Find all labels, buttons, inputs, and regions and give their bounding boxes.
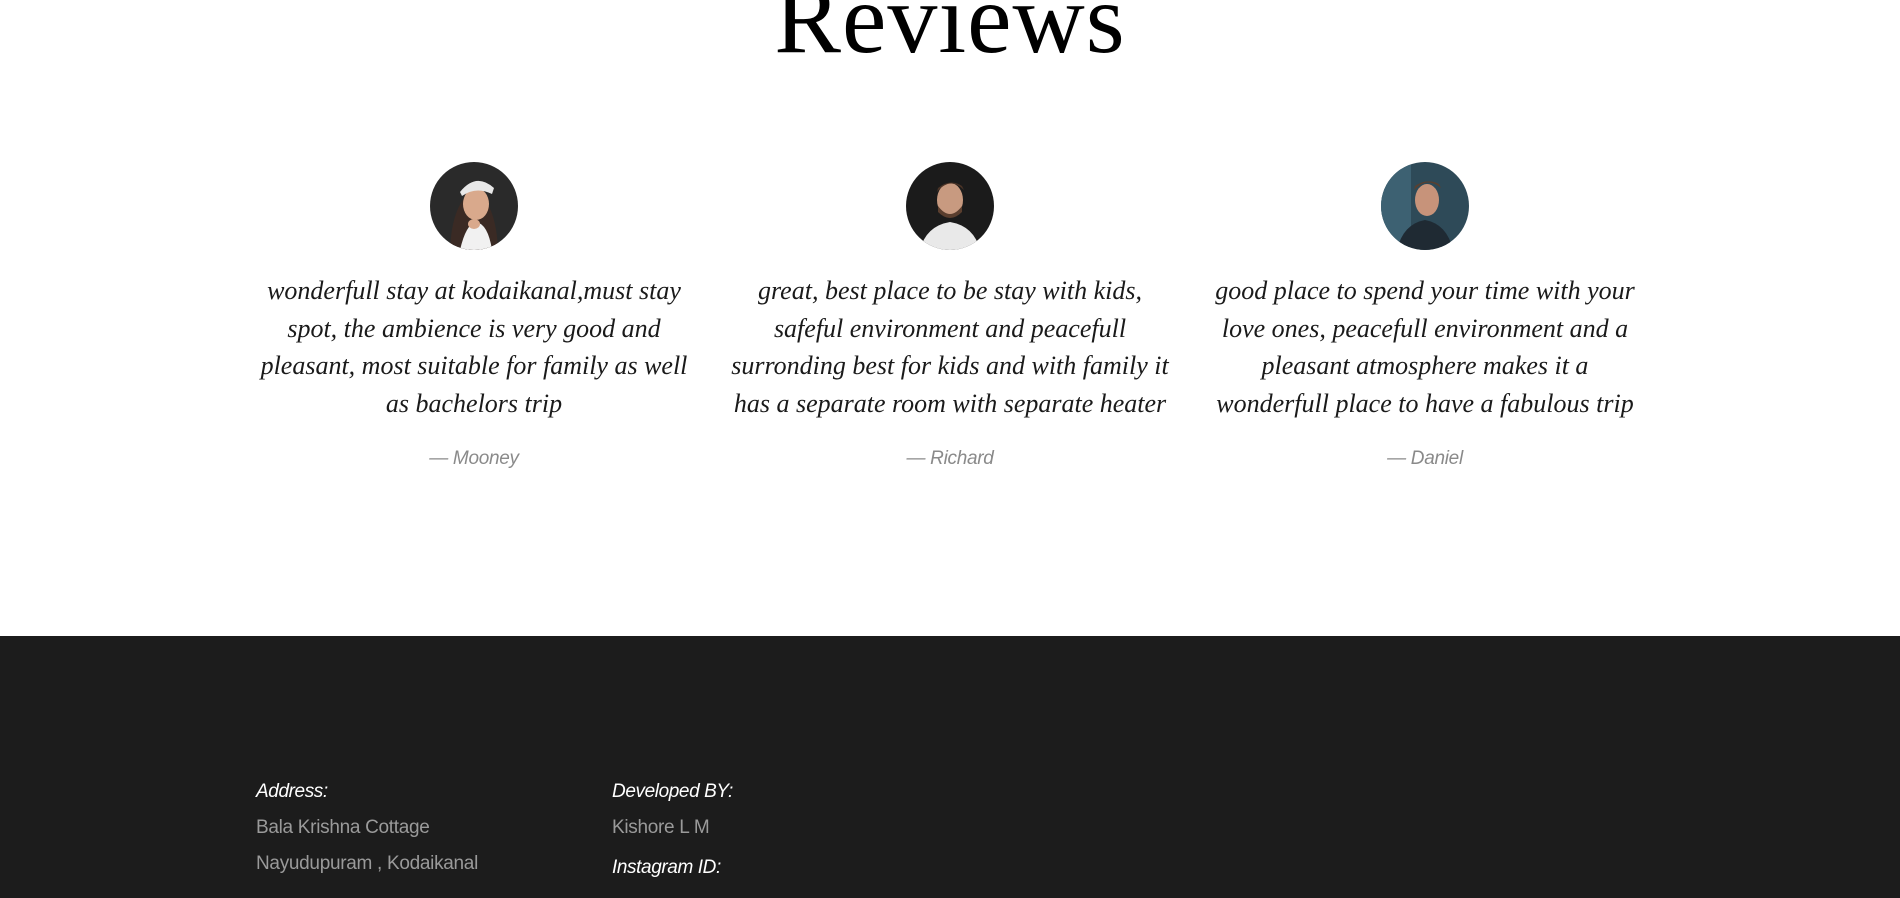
developer-name: Kishore L M — [612, 817, 710, 838]
review-author: — Richard — [906, 448, 994, 469]
review-text: great, best place to be stay with kids, … — [731, 276, 1169, 418]
footer-developer-column: Developed BY: Kishore L M Instagram ID: — [612, 780, 733, 880]
footer-address-column: Address: Bala Krishna Cottage Nayudupura… — [256, 780, 478, 882]
address-line: Bala Krishna Cottage — [256, 817, 430, 838]
review-card-mooney: wonderfull stay at kodaikanal,must stay … — [254, 162, 694, 470]
review-card-daniel: good place to spend your time with your … — [1205, 162, 1645, 470]
review-card-richard: great, best place to be stay with kids, … — [730, 162, 1170, 470]
avatar-richard — [906, 162, 994, 250]
review-text: wonderfull stay at kodaikanal,must stay … — [260, 276, 688, 418]
avatar-mooney — [430, 162, 518, 250]
review-text: good place to spend your time with your … — [1215, 276, 1635, 418]
reviews-section: Reviews wonderfull stay at kodaikanal,mu… — [0, 0, 1900, 636]
review-author: — Daniel — [1387, 448, 1463, 469]
developed-by-heading: Developed BY: — [612, 781, 733, 802]
review-author: — Mooney — [429, 448, 519, 469]
instagram-heading: Instagram ID: — [612, 857, 721, 878]
reviews-title: Reviews — [774, 0, 1126, 74]
avatar-daniel — [1381, 162, 1469, 250]
address-heading: Address: — [256, 781, 328, 802]
page: Reviews wonderfull stay at kodaikanal,mu… — [0, 0, 1900, 898]
address-line: Nayudupuram , Kodaikanal — [256, 853, 478, 874]
footer: Address: Bala Krishna Cottage Nayudupura… — [0, 636, 1900, 898]
